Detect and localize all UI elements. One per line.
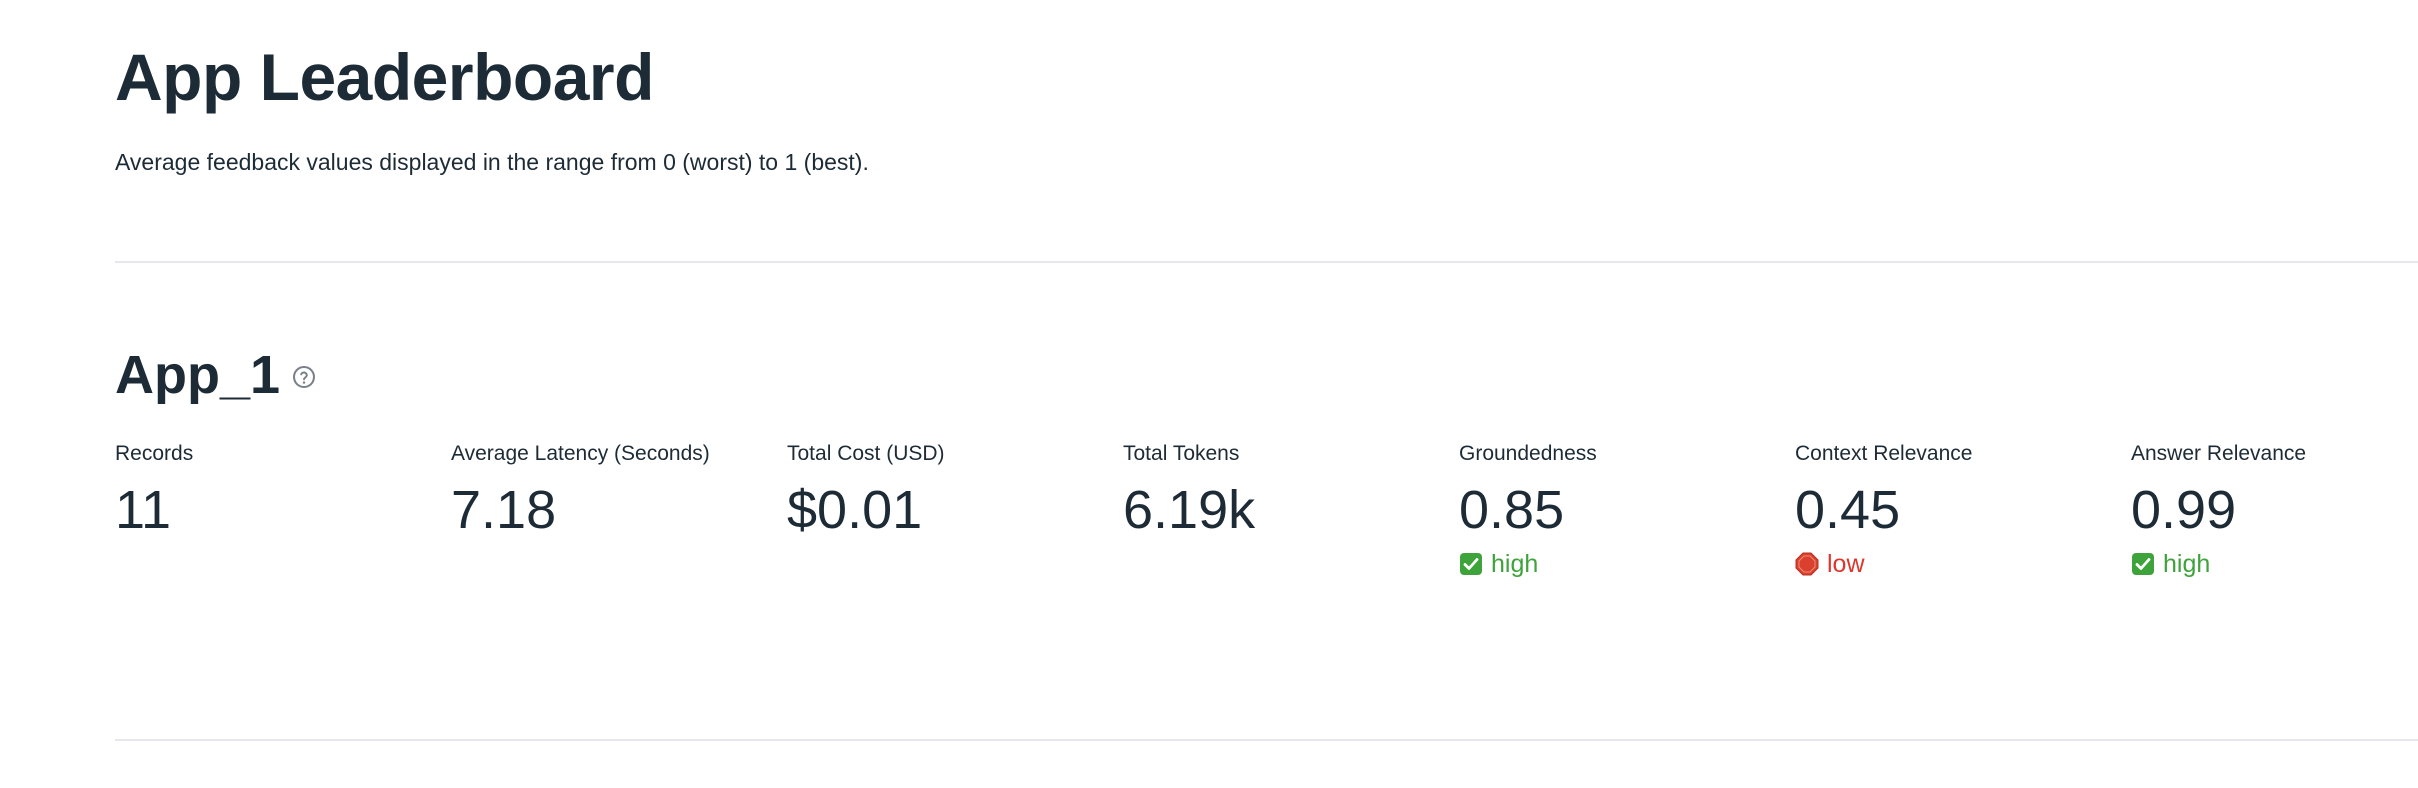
metric-label: Groundedness — [1459, 442, 1597, 465]
app-leaderboard-page: App Leaderboard Average feedback values … — [0, 0, 2418, 788]
metric-label: Total Tokens — [1123, 442, 1240, 465]
metric-label: Answer Relevance — [2131, 442, 2307, 465]
page-subtitle: Average feedback values displayed in the… — [115, 149, 869, 175]
metric-context-relevance: Context Relevance 0.45 low — [1795, 440, 2115, 580]
section-divider-top — [115, 261, 2418, 263]
metric-value: 0.45 — [1795, 480, 1901, 540]
section-divider-bottom — [115, 739, 2418, 741]
app-name: App_1 — [115, 345, 281, 405]
stop-sign-icon — [1795, 552, 1819, 576]
metric-label: Total Cost (USD) — [787, 442, 945, 465]
metric-value: 0.99 — [2131, 480, 2237, 540]
question-circle-icon[interactable] — [292, 365, 316, 389]
metric-delta-low: low — [1795, 548, 2115, 580]
metric-total-tokens: Total Tokens 6.19k — [1123, 440, 1443, 542]
metric-records: Records 11 — [115, 440, 435, 542]
metric-label: Records — [115, 442, 194, 465]
metric-delta-high: high — [2131, 548, 2418, 580]
check-box-icon — [2131, 552, 2155, 576]
metric-value: 11 — [115, 480, 172, 540]
metric-delta-high: high — [1459, 548, 1779, 580]
metric-label: Average Latency (Seconds) — [451, 442, 710, 465]
metric-value: $0.01 — [787, 480, 923, 540]
metric-label: Context Relevance — [1795, 442, 1973, 465]
app-header: App_1 — [115, 340, 316, 410]
metric-answer-relevance: Answer Relevance 0.99 high — [2131, 440, 2418, 580]
check-box-icon — [1459, 552, 1483, 576]
metric-delta-text: low — [1827, 550, 1865, 578]
metric-groundedness: Groundedness 0.85 high — [1459, 440, 1779, 580]
metric-value: 6.19k — [1123, 480, 1256, 540]
metric-value: 7.18 — [451, 480, 557, 540]
metric-delta-text: high — [2163, 550, 2211, 578]
metrics-row: Records 11 Average Latency (Seconds) 7.1… — [115, 440, 2418, 600]
metric-average-latency: Average Latency (Seconds) 7.18 — [451, 440, 771, 542]
metric-value: 0.85 — [1459, 480, 1565, 540]
page-title: App Leaderboard — [115, 40, 654, 114]
metric-delta-text: high — [1491, 550, 1539, 578]
metric-total-cost: Total Cost (USD) $0.01 — [787, 440, 1107, 542]
